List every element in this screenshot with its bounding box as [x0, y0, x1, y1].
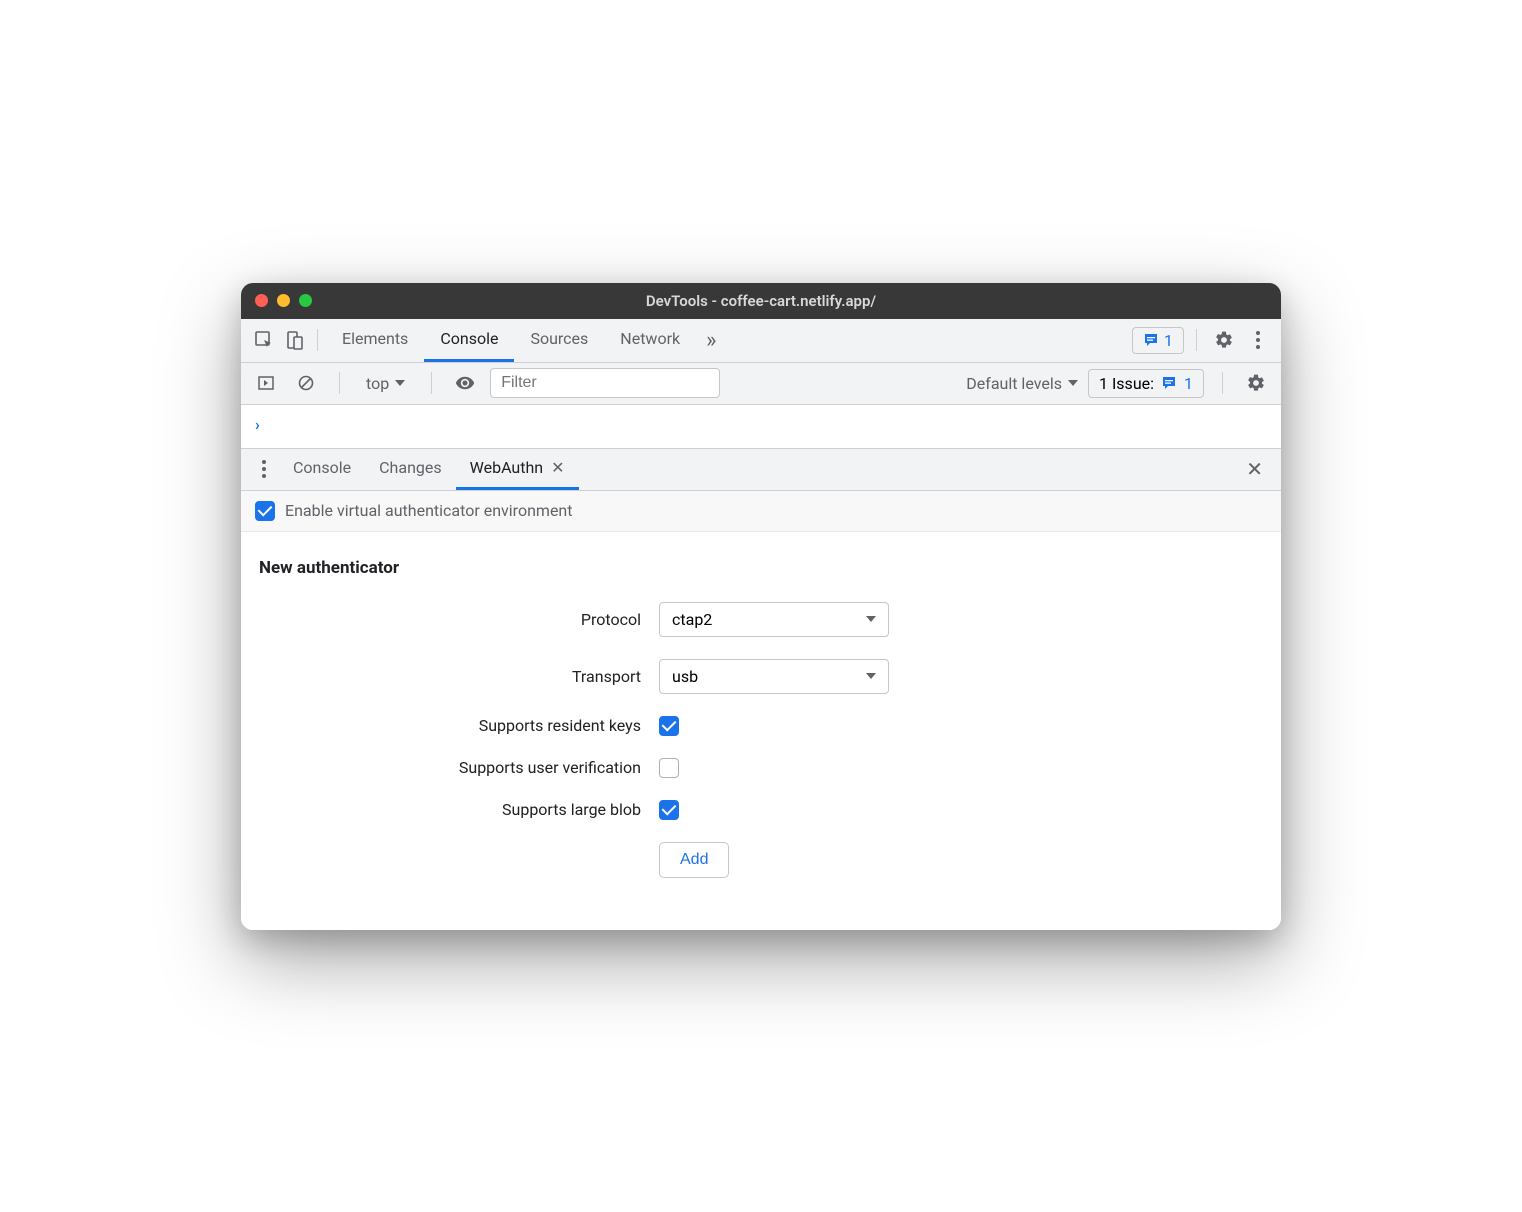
clear-console-icon[interactable] — [291, 368, 321, 398]
large-blob-row: Supports large blob — [259, 800, 1263, 820]
log-level-selector[interactable]: Default levels — [966, 374, 1078, 393]
drawer-tab-changes[interactable]: Changes — [365, 448, 456, 490]
transport-select[interactable]: usb — [659, 659, 889, 694]
large-blob-label: Supports large blob — [259, 800, 659, 819]
enable-authenticator-checkbox[interactable] — [255, 501, 275, 521]
filter-input[interactable] — [490, 368, 720, 398]
close-tab-icon[interactable]: ✕ — [551, 458, 564, 477]
chevron-down-icon — [866, 616, 876, 622]
large-blob-checkbox[interactable] — [659, 800, 679, 820]
toolbar-divider — [317, 329, 318, 351]
inspect-element-icon[interactable] — [249, 325, 279, 355]
live-expression-icon[interactable] — [450, 368, 480, 398]
add-button[interactable]: Add — [659, 842, 729, 878]
chevron-down-icon — [866, 673, 876, 679]
issues-link[interactable]: 1 Issue: 1 — [1088, 369, 1204, 398]
close-drawer-icon[interactable]: ✕ — [1236, 451, 1273, 487]
enable-label: Enable virtual authenticator environment — [285, 501, 573, 520]
context-selector[interactable]: top — [358, 370, 413, 397]
transport-label: Transport — [259, 667, 659, 686]
message-icon — [1143, 332, 1159, 348]
enable-virtual-authenticator-row: Enable virtual authenticator environment — [241, 491, 1281, 532]
protocol-label: Protocol — [259, 610, 659, 629]
tab-elements[interactable]: Elements — [326, 318, 424, 362]
maximize-window-button[interactable] — [299, 294, 312, 307]
settings-icon[interactable] — [1209, 325, 1239, 355]
prompt-chevron-icon: › — [255, 415, 260, 434]
console-output-area[interactable]: › — [241, 405, 1281, 449]
protocol-row: Protocol ctap2 — [259, 602, 1263, 637]
tab-sources[interactable]: Sources — [514, 318, 604, 362]
resident-keys-row: Supports resident keys — [259, 716, 1263, 736]
device-toggle-icon[interactable] — [279, 325, 309, 355]
transport-row: Transport usb — [259, 659, 1263, 694]
resident-keys-checkbox[interactable] — [659, 716, 679, 736]
drawer-tab-webauthn[interactable]: WebAuthn ✕ — [456, 448, 579, 490]
toolbar-divider — [339, 372, 340, 394]
drawer-more-icon[interactable] — [249, 460, 279, 478]
section-title: New authenticator — [259, 558, 1263, 578]
devtools-window: DevTools - coffee-cart.netlify.app/ Elem… — [241, 283, 1281, 930]
user-verification-checkbox[interactable] — [659, 758, 679, 778]
titlebar: DevTools - coffee-cart.netlify.app/ — [241, 283, 1281, 319]
main-tab-strip: Elements Console Sources Network » — [326, 318, 1132, 362]
issue-count: 1 — [1164, 331, 1173, 350]
drawer-tab-strip: Console Changes WebAuthn ✕ ✕ — [241, 449, 1281, 491]
console-settings-icon[interactable] — [1241, 368, 1271, 398]
window-title: DevTools - coffee-cart.netlify.app/ — [241, 292, 1281, 310]
protocol-value: ctap2 — [672, 610, 712, 629]
tab-network[interactable]: Network — [604, 318, 696, 362]
toolbar-divider — [1196, 329, 1197, 351]
user-verification-row: Supports user verification — [259, 758, 1263, 778]
resident-keys-label: Supports resident keys — [259, 716, 659, 735]
protocol-select[interactable]: ctap2 — [659, 602, 889, 637]
chevron-down-icon — [1068, 380, 1078, 386]
new-authenticator-panel: New authenticator Protocol ctap2 Transpo… — [241, 532, 1281, 930]
issues-badge[interactable]: 1 — [1132, 327, 1184, 354]
context-label: top — [366, 374, 389, 393]
issues-label: 1 Issue: — [1099, 374, 1154, 393]
level-label: Default levels — [966, 374, 1062, 393]
minimize-window-button[interactable] — [277, 294, 290, 307]
kebab-menu-icon[interactable] — [1243, 325, 1273, 355]
main-toolbar: Elements Console Sources Network » 1 — [241, 319, 1281, 363]
message-icon — [1161, 375, 1177, 391]
issues-count: 1 — [1184, 374, 1193, 393]
traffic-lights — [255, 294, 312, 307]
add-row: Add — [259, 842, 1263, 878]
tab-console[interactable]: Console — [424, 318, 514, 362]
more-tabs-button[interactable]: » — [696, 318, 726, 362]
toolbar-divider — [1222, 372, 1223, 394]
toolbar-divider — [431, 372, 432, 394]
drawer-tab-console[interactable]: Console — [279, 448, 365, 490]
sidebar-toggle-icon[interactable] — [251, 368, 281, 398]
console-toolbar: top Default levels 1 Issue: 1 — [241, 363, 1281, 405]
toolbar-right: 1 — [1132, 325, 1273, 355]
user-verification-label: Supports user verification — [259, 758, 659, 777]
chevron-down-icon — [395, 380, 405, 386]
drawer-tab-label: WebAuthn — [470, 458, 543, 477]
close-window-button[interactable] — [255, 294, 268, 307]
transport-value: usb — [672, 667, 698, 686]
